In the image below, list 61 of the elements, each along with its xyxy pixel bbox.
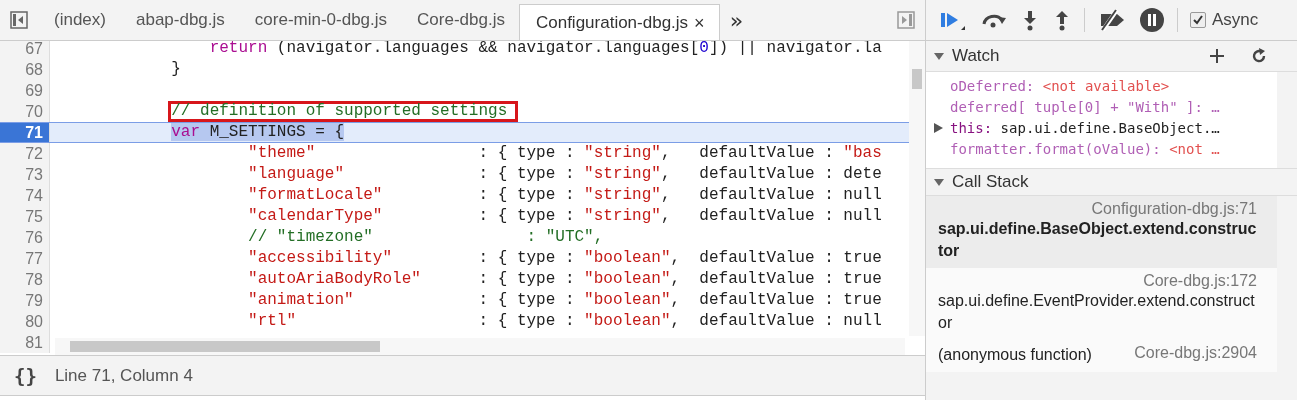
pretty-print-button[interactable]: {} (14, 364, 37, 387)
code-line: // "timezone" : "UTC", (248, 228, 604, 246)
call-frame[interactable]: Configuration-dbg.js:71 sap.ui.define.BaseObject.extend.constructor (926, 196, 1277, 268)
code-line: "theme" : { type : "string", defaultValue : "bas (248, 144, 882, 162)
async-checkbox[interactable] (1190, 12, 1206, 28)
watch-expression: this: sap.ui.define.BaseObject.… (950, 120, 1220, 136)
code-line: "autoAriaBodyRole" : { type : "boolean", defaultValue : true (248, 270, 882, 288)
code-line: return (navigator.languages && navigator.languages[0]) || navigator.la (209, 41, 882, 57)
line-number: 70 (0, 101, 50, 122)
line-number: 76 (0, 227, 50, 248)
code-line: } (171, 60, 181, 78)
close-icon[interactable]: × (694, 13, 705, 32)
cursor-position: Line 71, Column 4 (54, 365, 193, 386)
file-tab[interactable]: Configuration-dbg.js (535, 12, 689, 33)
line-number: 79 (0, 290, 50, 311)
line-number: 77 (0, 248, 50, 269)
async-label: Async (1212, 10, 1259, 30)
frame-location: Core-dbg.js:172 (1142, 272, 1257, 290)
frame-location: Configuration-dbg.js:71 (1090, 200, 1257, 218)
line-number: 71 (0, 123, 50, 142)
code-line: "formatLocale" : { type : "string", defaultValue : null (248, 186, 882, 204)
code-line: "calendarType" : { type : "string", defaultValue : null (248, 207, 882, 225)
collapse-triangle-icon[interactable] (934, 177, 944, 187)
line-number: 75 (0, 206, 50, 227)
call-frame[interactable]: (anonymous function) Core-dbg.js:2904 (926, 340, 1277, 372)
collapse-triangle-icon[interactable] (934, 51, 944, 61)
expand-triangle-icon[interactable] (934, 123, 943, 133)
section-title[interactable]: Watch (952, 46, 1000, 66)
file-tab[interactable]: core-min-0-dbg.js (254, 10, 388, 30)
more-tabs-button[interactable]: » (719, 0, 754, 40)
frame-function: (anonymous function) (938, 345, 1092, 365)
line-number: 69 (0, 80, 50, 101)
frame-function: sap.ui.define.EventProvider.extend.constructor (938, 291, 1256, 333)
file-tab[interactable]: (index) (54, 10, 106, 30)
code-line: "rtl" : { type : "boolean", defaultValue : null (248, 312, 882, 330)
line-number: 73 (0, 164, 50, 185)
pause-icon[interactable] (1139, 7, 1165, 33)
add-icon[interactable] (1209, 48, 1225, 64)
code-line: "language" : { type : "string", defaultValue : dete (248, 165, 882, 183)
file-tab[interactable]: Core-dbg.js (417, 10, 505, 30)
horizontal-scrollbar[interactable] (55, 338, 905, 355)
line-number: 74 (0, 185, 50, 206)
watch-expression: oDeferred: <not available> (950, 78, 1170, 94)
code-line: "animation" : { type : "boolean", defaultValue : true (248, 291, 882, 309)
frame-function: sap.ui.define.BaseObject.extend.constructor (938, 219, 1257, 261)
line-number: 72 (0, 143, 50, 164)
line-number: 67 (0, 41, 50, 59)
section-title[interactable]: Call Stack (952, 172, 1029, 192)
call-frame[interactable]: Core-dbg.js:172 sap.ui.define.EventProvider.extend.constructor (926, 268, 1277, 340)
watch-expression: deferred[ tuple[0] + "With" ]: … (950, 99, 1220, 115)
code-line: "accessibility" : { type : "boolean", defaultValue : true (248, 249, 882, 267)
line-number: 80 (0, 311, 50, 332)
refresh-icon[interactable] (1251, 48, 1267, 64)
line-number: 68 (0, 59, 50, 80)
code-line: var M_SETTINGS = { (171, 123, 345, 141)
watch-expression: formatter.format(oValue): <not … (950, 141, 1220, 157)
file-tab[interactable]: abap-dbg.js (135, 10, 225, 30)
line-number: 81 (0, 332, 50, 353)
vertical-scrollbar[interactable] (909, 41, 925, 336)
line-number: 78 (0, 269, 50, 290)
frame-location: Core-dbg.js:2904 (1134, 344, 1257, 363)
